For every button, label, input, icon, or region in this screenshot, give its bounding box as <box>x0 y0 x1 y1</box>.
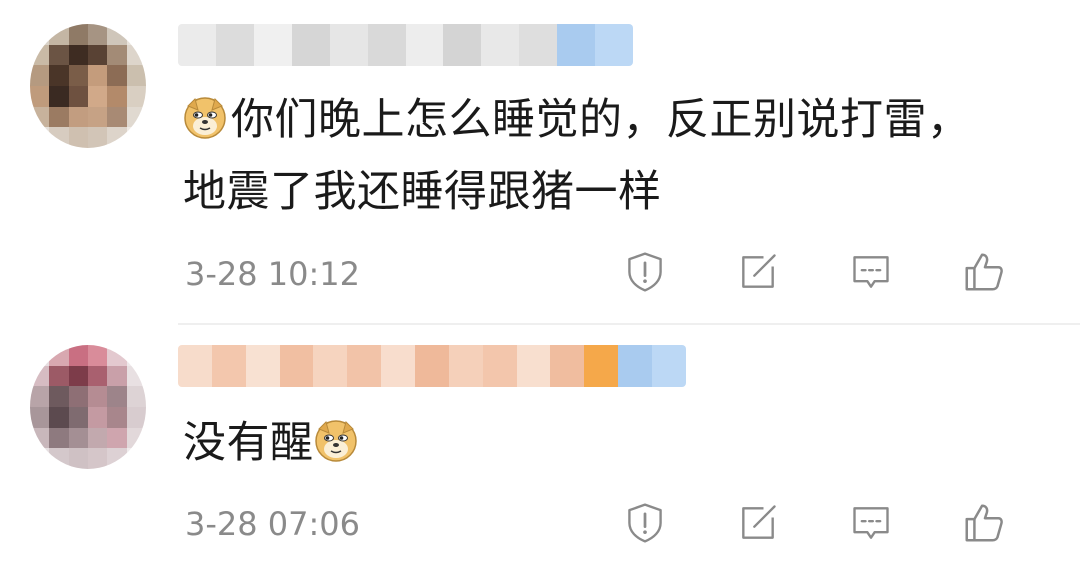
avatar[interactable] <box>30 345 146 469</box>
comment-item: 没有醒 3-28 07:06 <box>0 325 1080 578</box>
share-button[interactable] <box>701 248 814 296</box>
reply-button[interactable] <box>814 499 927 547</box>
like-button[interactable] <box>927 499 1040 547</box>
avatar[interactable] <box>30 24 146 148</box>
comment-body: 你们晚上怎么睡觉的，反正别说打雷，地震了我还睡得跟猪一样 <box>183 95 971 217</box>
report-icon <box>623 250 667 294</box>
comment-text: 你们晚上怎么睡觉的，反正别说打雷，地震了我还睡得跟猪一样 <box>183 84 1013 228</box>
report-button[interactable] <box>588 499 701 547</box>
comment-actions <box>588 248 1040 296</box>
doge-emoji-icon <box>183 96 227 140</box>
username-blurred[interactable] <box>178 345 686 387</box>
comment-item: 你们晚上怎么睡觉的，反正别说打雷，地震了我还睡得跟猪一样 3-28 10:12 <box>0 0 1080 325</box>
like-button[interactable] <box>927 248 1040 296</box>
share-icon <box>736 250 780 294</box>
comment-timestamp: 3-28 07:06 <box>185 505 361 543</box>
share-icon <box>736 501 780 545</box>
report-button[interactable] <box>588 248 701 296</box>
share-button[interactable] <box>701 499 814 547</box>
username-blurred[interactable] <box>178 24 633 66</box>
doge-emoji-icon <box>314 419 358 463</box>
reply-button[interactable] <box>814 248 927 296</box>
comment-actions <box>588 499 1040 547</box>
comment-body: 没有醒 <box>183 418 314 468</box>
comment-icon <box>849 250 893 294</box>
comment-text: 没有醒 <box>183 407 362 479</box>
comment-icon <box>849 501 893 545</box>
like-icon <box>961 500 1007 546</box>
comment-timestamp: 3-28 10:12 <box>185 255 361 293</box>
report-icon <box>623 501 667 545</box>
like-icon <box>961 249 1007 295</box>
